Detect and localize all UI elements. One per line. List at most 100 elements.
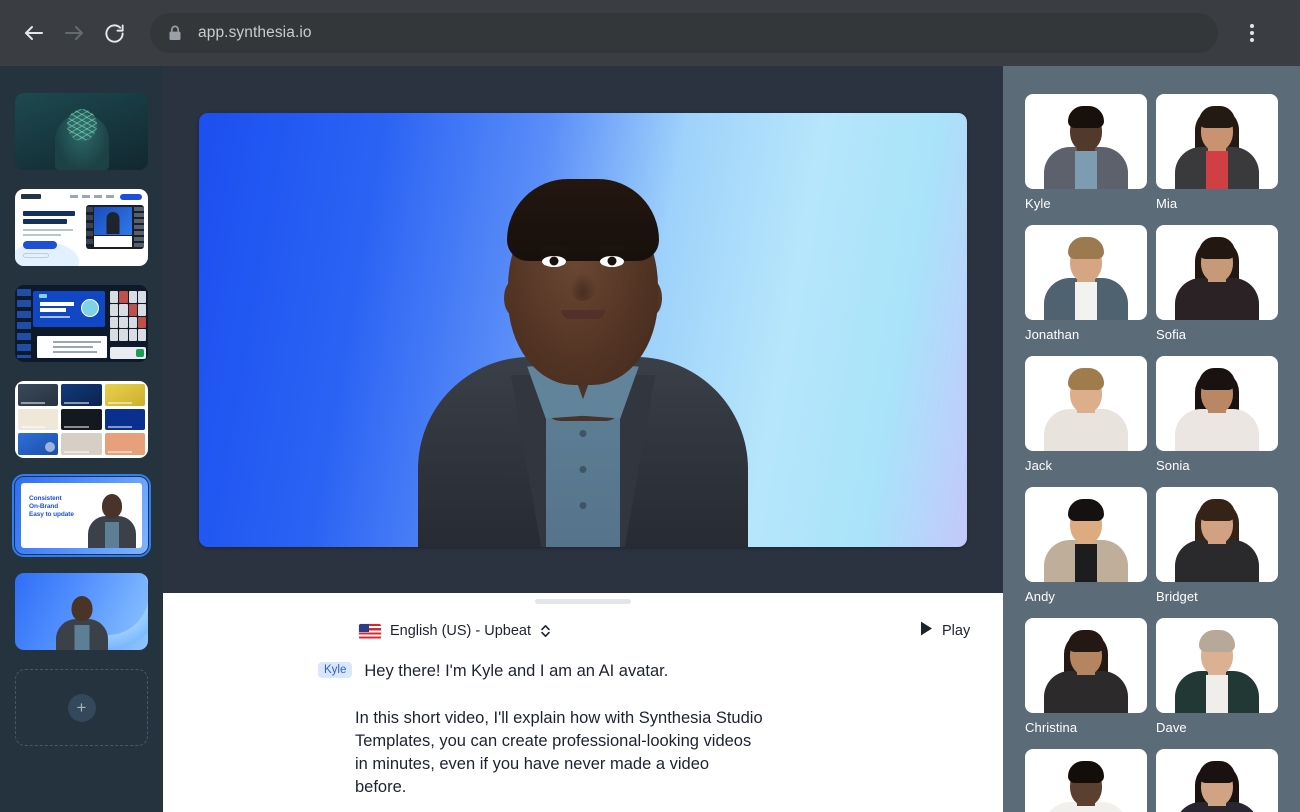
avatar-name: Bridget — [1156, 589, 1278, 604]
avatar-name: Andy — [1025, 589, 1147, 604]
avatar-thumbnail[interactable] — [1025, 225, 1147, 320]
avatar-card-unnamed-11[interactable] — [1156, 749, 1278, 812]
avatar-portrait — [1174, 367, 1260, 451]
arrow-right-icon — [62, 21, 86, 45]
chevron-up-down-icon — [540, 624, 551, 638]
avatar-card-christina[interactable]: Christina — [1025, 618, 1147, 737]
avatar-name: Kyle — [1025, 196, 1147, 211]
scene-1-preview — [15, 93, 148, 170]
avatar-card-unnamed-10[interactable] — [1025, 749, 1147, 812]
plus-icon: + — [68, 694, 96, 722]
avatar-thumbnail[interactable] — [1156, 356, 1278, 451]
scene-thumbnail-1[interactable] — [15, 93, 148, 170]
avatar-portrait — [1043, 498, 1129, 582]
avatar-library-panel[interactable]: Kyle Mia Jonathan Sofia Jack Sonia Andy Bridget… — [1003, 66, 1300, 812]
play-button[interactable]: Play — [920, 621, 970, 641]
scene-thumbnail-2[interactable] — [15, 189, 148, 266]
lock-icon — [168, 25, 182, 41]
avatar-grid: Kyle Mia Jonathan Sofia Jack Sonia Andy Bridget… — [1003, 94, 1300, 812]
avatar-thumbnail[interactable] — [1025, 618, 1147, 713]
avatar-thumbnail[interactable] — [1156, 487, 1278, 582]
scene-strip[interactable]: Consistent On-Brand Easy to update — [0, 66, 163, 812]
avatar-portrait — [1043, 105, 1129, 189]
play-label: Play — [942, 623, 970, 639]
avatar-thumbnail[interactable] — [1025, 487, 1147, 582]
play-triangle-icon — [920, 621, 933, 641]
avatar-portrait — [1174, 236, 1260, 320]
editor-area: English (US) - Upbeat Play — [163, 66, 1003, 812]
reload-icon — [103, 22, 126, 45]
scene-thumbnail-4[interactable] — [15, 381, 148, 458]
script-line-text[interactable]: Hey there! I'm Kyle and I am an AI avata… — [364, 660, 668, 683]
browser-toolbar: app.synthesia.io — [0, 0, 1300, 66]
browser-menu-button[interactable] — [1232, 13, 1272, 53]
voice-selector[interactable]: English (US) - Upbeat — [359, 623, 551, 639]
avatar-portrait — [1043, 367, 1129, 451]
speaker-badge[interactable]: Kyle — [318, 662, 352, 678]
avatar-thumbnail[interactable] — [1025, 749, 1147, 812]
kebab-menu-icon — [1250, 24, 1254, 28]
scene5-line3: Easy to update — [29, 511, 74, 519]
avatar-card-sonia[interactable]: Sonia — [1156, 356, 1278, 475]
script-body[interactable]: Kyle Hey there! I'm Kyle and I am an AI … — [163, 649, 1003, 799]
script-line: Kyle Hey there! I'm Kyle and I am an AI … — [163, 660, 1003, 683]
scene-thumbnail-5[interactable]: Consistent On-Brand Easy to update — [15, 477, 148, 554]
avatar-portrait — [1043, 629, 1129, 713]
script-paragraph[interactable]: In this short video, I'll explain how wi… — [163, 707, 763, 799]
avatar-portrait — [1174, 105, 1260, 189]
avatar-thumbnail[interactable] — [1156, 225, 1278, 320]
avatar-portrait — [1174, 629, 1260, 713]
scene-3-preview — [15, 285, 148, 362]
scene5-line2: On-Brand — [29, 503, 74, 511]
avatar-card-dave[interactable]: Dave — [1156, 618, 1278, 737]
avatar-name: Christina — [1025, 720, 1147, 735]
face-mesh-icon — [67, 109, 97, 141]
scene-2-preview — [15, 189, 148, 266]
avatar-thumbnail[interactable] — [1156, 94, 1278, 189]
avatar-portrait — [1043, 760, 1129, 812]
avatar-bubble — [81, 299, 99, 317]
avatar-name: Dave — [1156, 720, 1278, 735]
avatar-name: Jack — [1025, 458, 1147, 473]
avatar-thumbnail[interactable] — [1025, 94, 1147, 189]
scene5-line1: Consistent — [29, 495, 74, 503]
canvas-stage — [163, 66, 1003, 593]
avatar-portrait — [1174, 498, 1260, 582]
avatar-thumbnail[interactable] — [1025, 356, 1147, 451]
avatar-thumbnail[interactable] — [1156, 618, 1278, 713]
avatar-card-mia[interactable]: Mia — [1156, 94, 1278, 213]
avatar-name: Mia — [1156, 196, 1278, 211]
scene-5-preview: Consistent On-Brand Easy to update — [15, 477, 148, 554]
avatar-card-jonathan[interactable]: Jonathan — [1025, 225, 1147, 344]
app-shell: Consistent On-Brand Easy to update — [0, 66, 1300, 812]
avatar-card-andy[interactable]: Andy — [1025, 487, 1147, 606]
avatar-figure[interactable] — [418, 127, 748, 547]
scene-thumbnail-3[interactable] — [15, 285, 148, 362]
avatar-portrait — [1043, 236, 1129, 320]
avatar-card-sofia[interactable]: Sofia — [1156, 225, 1278, 344]
avatar-name: Jonathan — [1025, 327, 1147, 342]
avatar-name: Sofia — [1156, 327, 1278, 342]
scene-4-preview — [15, 381, 148, 458]
avatar-name: Sonia — [1156, 458, 1278, 473]
avatar-card-kyle[interactable]: Kyle — [1025, 94, 1147, 213]
avatar-portrait — [1174, 760, 1260, 812]
us-flag-icon — [359, 624, 381, 639]
avatar-card-jack[interactable]: Jack — [1025, 356, 1147, 475]
address-bar[interactable]: app.synthesia.io — [150, 13, 1218, 53]
scene-thumbnail-6[interactable] — [15, 573, 148, 650]
url-text: app.synthesia.io — [198, 24, 312, 42]
panel-resize-handle[interactable] — [535, 599, 631, 604]
reload-button[interactable] — [94, 13, 134, 53]
script-toolbar: English (US) - Upbeat Play — [163, 613, 1003, 649]
avatar-thumbnail[interactable] — [1156, 749, 1278, 812]
add-scene-button[interactable]: + — [15, 669, 148, 746]
avatar-card-bridget[interactable]: Bridget — [1156, 487, 1278, 606]
arrow-left-icon — [22, 21, 46, 45]
video-canvas[interactable] — [199, 113, 967, 547]
back-button[interactable] — [14, 13, 54, 53]
script-panel: English (US) - Upbeat Play — [163, 593, 1003, 812]
scene-6-preview — [15, 573, 148, 650]
voice-label: English (US) - Upbeat — [390, 623, 531, 639]
forward-button[interactable] — [54, 13, 94, 53]
